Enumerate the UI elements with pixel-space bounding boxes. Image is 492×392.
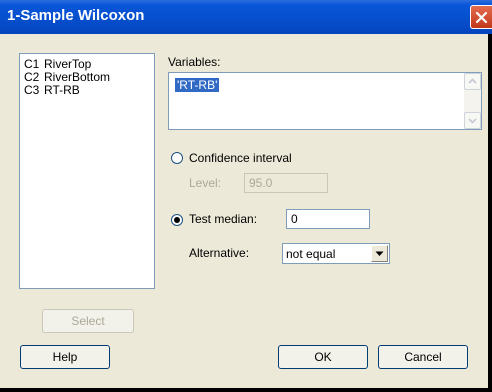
dropdown-button[interactable]	[371, 245, 388, 262]
scroll-down-button[interactable]	[464, 112, 481, 129]
column-name: RT-RB	[44, 83, 80, 97]
column-id: C3	[24, 83, 40, 97]
variables-field[interactable]: 'RT-RB'	[168, 72, 482, 130]
test-median-field[interactable]: 0	[286, 209, 370, 229]
test-median-radio[interactable]	[171, 214, 183, 226]
window-title: 1-Sample Wilcoxon	[7, 7, 145, 24]
select-button[interactable]: Select	[42, 309, 134, 333]
close-button[interactable]	[470, 5, 492, 29]
level-label: Level:	[189, 176, 222, 190]
arrow-down-icon	[468, 118, 477, 124]
cancel-button[interactable]: Cancel	[378, 345, 468, 369]
variables-label: Variables:	[168, 55, 221, 69]
chevron-down-icon	[375, 251, 384, 256]
confidence-interval-label[interactable]: Confidence interval	[189, 151, 292, 165]
window-frame-edge	[488, 34, 492, 392]
radio-selected-dot	[174, 217, 180, 223]
variables-value[interactable]: 'RT-RB'	[175, 78, 220, 92]
close-icon	[475, 11, 488, 24]
arrow-up-icon	[468, 78, 477, 84]
alternative-dropdown[interactable]: not equal	[282, 243, 390, 264]
confidence-interval-radio[interactable]	[171, 152, 183, 164]
dialog-window: 1-Sample Wilcoxon C1 RiverTop C2 RiverBo…	[0, 0, 492, 392]
alternative-value: not equal	[286, 247, 336, 261]
level-field: 95.0	[244, 173, 328, 193]
test-median-label[interactable]: Test median:	[189, 212, 257, 226]
help-button[interactable]: Help	[20, 345, 110, 369]
ok-button[interactable]: OK	[278, 345, 368, 369]
alternative-label: Alternative:	[189, 246, 250, 260]
title-bar[interactable]: 1-Sample Wilcoxon	[0, 0, 492, 34]
column-list[interactable]: C1 RiverTop C2 RiverBottom C3 RT-RB	[19, 53, 155, 289]
scroll-up-button[interactable]	[464, 73, 481, 90]
window-frame-bottom	[0, 388, 492, 392]
variables-scrollbar[interactable]	[464, 73, 481, 129]
